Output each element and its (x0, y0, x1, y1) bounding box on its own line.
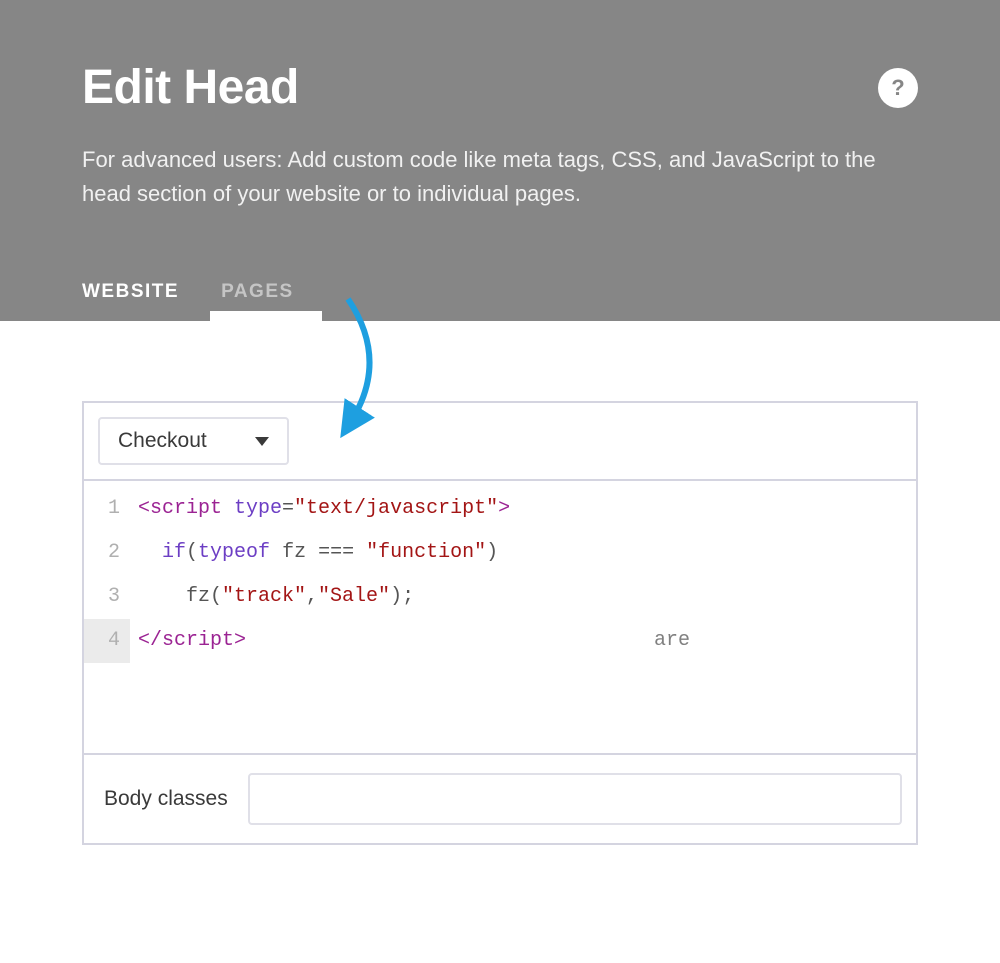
body-classes-row: Body classes (84, 753, 916, 843)
page-title: Edit Head (82, 60, 299, 115)
page-description: For advanced users: Add custom code like… (82, 143, 918, 211)
content: Checkout 1 <script type="text/javascript… (0, 321, 1000, 885)
page-select-dropdown[interactable]: Checkout (98, 417, 289, 465)
code-line: 4 </script> (84, 619, 916, 663)
code-text: if(typeof fz === "function") (130, 531, 498, 575)
line-number: 2 (84, 531, 130, 575)
header: Edit Head ? For advanced users: Add cust… (0, 0, 1000, 321)
stray-text: are (654, 619, 690, 663)
code-text: fz("track","Sale"); (130, 575, 414, 619)
line-number: 1 (84, 487, 130, 531)
body-classes-input[interactable] (248, 773, 902, 825)
panel-toolbar: Checkout (84, 403, 916, 481)
line-number: 3 (84, 575, 130, 619)
code-text: </script> (130, 619, 246, 663)
tab-website[interactable]: WEBSITE (82, 281, 179, 321)
code-editor[interactable]: 1 <script type="text/javascript"> 2 if(t… (84, 481, 916, 753)
help-button[interactable]: ? (878, 68, 918, 108)
body-classes-label: Body classes (98, 787, 228, 811)
code-line: 3 fz("track","Sale"); (84, 575, 916, 619)
page-select-label: Checkout (118, 429, 207, 453)
code-text: <script type="text/javascript"> (130, 487, 510, 531)
help-icon: ? (891, 75, 904, 101)
code-line: 1 <script type="text/javascript"> (84, 487, 916, 531)
title-row: Edit Head ? (82, 60, 918, 115)
chevron-down-icon (255, 437, 269, 446)
tab-underline (210, 311, 322, 321)
code-line: 2 if(typeof fz === "function") (84, 531, 916, 575)
line-number: 4 (84, 619, 130, 663)
editor-panel: Checkout 1 <script type="text/javascript… (82, 401, 918, 845)
tabs: WEBSITE PAGES (82, 281, 918, 321)
